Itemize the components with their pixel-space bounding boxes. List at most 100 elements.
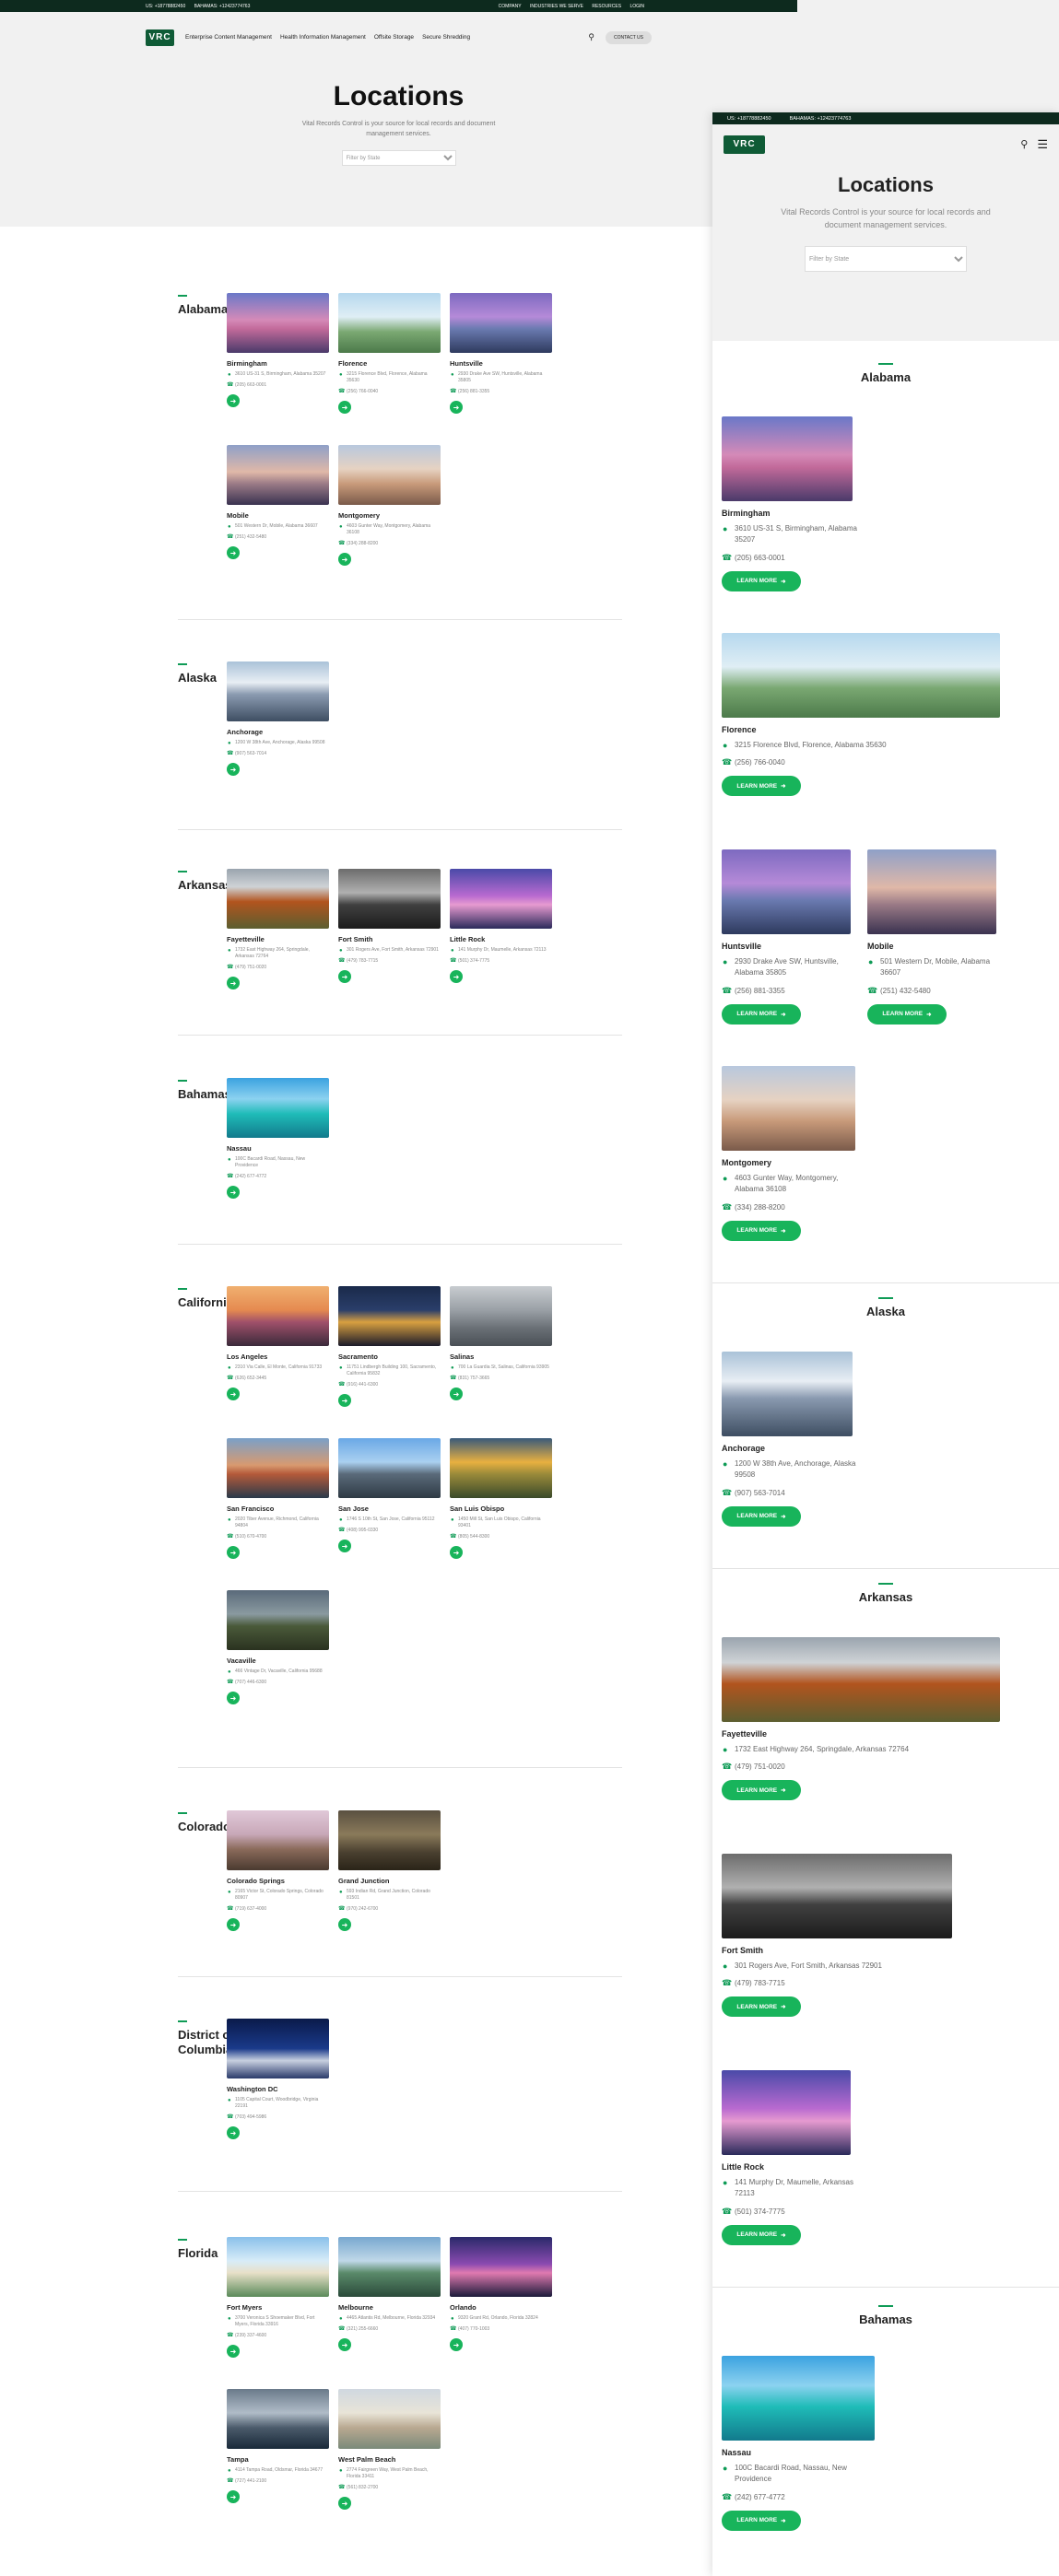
location-phone[interactable]: (242) 677-4772	[227, 1173, 329, 1179]
location-name[interactable]: Fort Smith	[338, 935, 441, 943]
learn-more-button[interactable]: LEARN MORE ➜	[722, 1505, 801, 1527]
location-photo[interactable]	[338, 293, 441, 353]
location-phone[interactable]: (205) 663-0001	[722, 553, 860, 563]
learn-more-button[interactable]: LEARN MORE ➜	[722, 1003, 801, 1025]
location-name[interactable]: Salinas	[450, 1352, 552, 1361]
location-name[interactable]: Montgomery	[338, 511, 441, 520]
location-photo[interactable]	[227, 1286, 329, 1346]
arrow-right-icon[interactable]: ➜	[227, 546, 240, 559]
learn-more-button[interactable]: LEARN MORE ➜	[722, 776, 801, 797]
location-phone[interactable]: (242) 677-4772	[722, 2492, 875, 2502]
arrow-right-icon[interactable]: ➜	[450, 1546, 463, 1559]
arrow-right-icon[interactable]: ➜	[338, 401, 351, 414]
location-name[interactable]: Huntsville	[722, 942, 860, 951]
location-phone[interactable]: (321) 255-6660	[338, 2325, 441, 2332]
mobile-bahamas-phone-link[interactable]: BAHAMAS: +12423774763	[790, 116, 852, 122]
location-name[interactable]: Los Angeles	[227, 1352, 329, 1361]
location-photo[interactable]	[227, 662, 329, 721]
location-phone[interactable]: (251) 432-5480	[227, 533, 329, 540]
mobile-state-filter-select[interactable]: Filter by State	[805, 246, 967, 272]
location-photo[interactable]	[227, 2389, 329, 2449]
arrow-right-icon[interactable]: ➜	[338, 553, 351, 566]
location-phone[interactable]: (407) 770-1003	[450, 2325, 552, 2332]
location-photo[interactable]	[722, 849, 851, 934]
location-name[interactable]: Florence	[722, 725, 1000, 734]
mobile-us-phone-link[interactable]: US: +18778882450	[727, 116, 771, 122]
location-name[interactable]: Huntsville	[450, 359, 552, 368]
arrow-right-icon[interactable]: ➜	[227, 1186, 240, 1199]
state-filter-select[interactable]: Filter by State	[341, 150, 456, 166]
vrc-logo[interactable]: VRC	[146, 29, 174, 46]
location-photo[interactable]	[722, 2070, 851, 2155]
location-name[interactable]: Fort Smith	[722, 1946, 952, 1955]
location-photo[interactable]	[722, 1854, 952, 1938]
bahamas-phone-link[interactable]: BAHAMAS: +12423774763	[194, 4, 251, 9]
location-name[interactable]: Little Rock	[450, 935, 552, 943]
location-name[interactable]: Grand Junction	[338, 1877, 441, 1885]
contact-us-button[interactable]: CONTACT US	[605, 30, 652, 44]
location-phone[interactable]: (831) 757-3665	[450, 1375, 552, 1381]
location-photo[interactable]	[227, 1810, 329, 1870]
location-photo[interactable]	[338, 1810, 441, 1870]
location-name[interactable]: Montgomery	[722, 1158, 860, 1167]
arrow-right-icon[interactable]: ➜	[338, 2338, 351, 2351]
learn-more-button[interactable]: LEARN MORE ➜	[722, 1220, 801, 1241]
nav-link-storage[interactable]: Offsite Storage	[374, 34, 414, 41]
location-name[interactable]: Melbourne	[338, 2303, 441, 2312]
location-name[interactable]: Tampa	[227, 2455, 329, 2464]
location-phone[interactable]: (727) 441-2100	[227, 2477, 329, 2484]
location-photo[interactable]	[450, 1286, 552, 1346]
arrow-right-icon[interactable]: ➜	[338, 2497, 351, 2510]
industries-menu[interactable]: INDUSTRIES WE SERVE	[530, 4, 583, 9]
location-name[interactable]: Colorado Springs	[227, 1877, 329, 1885]
learn-more-button[interactable]: LEARN MORE ➜	[722, 1780, 801, 1801]
location-phone[interactable]: (561) 832-2700	[338, 2484, 441, 2490]
location-phone[interactable]: (479) 751-0020	[227, 964, 329, 970]
arrow-right-icon[interactable]: ➜	[450, 970, 463, 983]
learn-more-button[interactable]: LEARN MORE ➜	[867, 1003, 947, 1025]
search-icon[interactable]: ⚲	[588, 32, 594, 42]
location-name[interactable]: Fayetteville	[227, 935, 329, 943]
location-phone[interactable]: (408) 995-0330	[338, 1527, 441, 1533]
arrow-right-icon[interactable]: ➜	[338, 1540, 351, 1552]
location-photo[interactable]	[722, 633, 1000, 718]
location-phone[interactable]: (703) 494-5986	[227, 2113, 329, 2120]
arrow-right-icon[interactable]: ➜	[338, 970, 351, 983]
location-name[interactable]: Fayetteville	[722, 1729, 1000, 1739]
arrow-right-icon[interactable]: ➜	[227, 2345, 240, 2358]
location-name[interactable]: Vacaville	[227, 1657, 329, 1665]
arrow-right-icon[interactable]: ➜	[450, 401, 463, 414]
nav-link-ecm[interactable]: Enterprise Content Management	[185, 34, 272, 41]
nav-link-shredding[interactable]: Secure Shredding	[422, 34, 470, 41]
location-phone[interactable]: (256) 766-0040	[722, 757, 1000, 767]
location-photo[interactable]	[227, 2019, 329, 2078]
learn-more-button[interactable]: LEARN MORE ➜	[722, 2224, 801, 2245]
location-phone[interactable]: (479) 783-7715	[722, 1978, 952, 1988]
location-photo[interactable]	[227, 869, 329, 929]
location-phone[interactable]: (719) 637-4000	[227, 1905, 329, 1912]
location-phone[interactable]: (256) 881-3355	[722, 986, 860, 996]
location-name[interactable]: San Luis Obispo	[450, 1505, 552, 1513]
location-phone[interactable]: (256) 881-3355	[450, 388, 552, 394]
company-menu[interactable]: COMPANY	[499, 4, 522, 9]
arrow-right-icon[interactable]: ➜	[227, 2126, 240, 2139]
location-name[interactable]: Birmingham	[227, 359, 329, 368]
us-phone-link[interactable]: US: +18778882450	[146, 4, 185, 9]
location-photo[interactable]	[227, 2237, 329, 2297]
location-photo[interactable]	[450, 1438, 552, 1498]
location-photo[interactable]	[338, 1286, 441, 1346]
login-menu[interactable]: LOGIN	[630, 4, 644, 9]
resources-menu[interactable]: RESOURCES	[592, 4, 621, 9]
arrow-right-icon[interactable]: ➜	[227, 2490, 240, 2503]
arrow-right-icon[interactable]: ➜	[450, 2338, 463, 2351]
location-name[interactable]: Fort Myers	[227, 2303, 329, 2312]
arrow-right-icon[interactable]: ➜	[227, 1692, 240, 1704]
location-phone[interactable]: (907) 563-7014	[227, 750, 329, 756]
location-name[interactable]: Mobile	[867, 942, 1006, 951]
location-photo[interactable]	[722, 1637, 1000, 1722]
location-name[interactable]: Nassau	[722, 2448, 875, 2457]
search-icon[interactable]: ⚲	[1020, 138, 1028, 150]
arrow-right-icon[interactable]: ➜	[227, 1546, 240, 1559]
location-name[interactable]: West Palm Beach	[338, 2455, 441, 2464]
location-photo[interactable]	[722, 1352, 853, 1436]
